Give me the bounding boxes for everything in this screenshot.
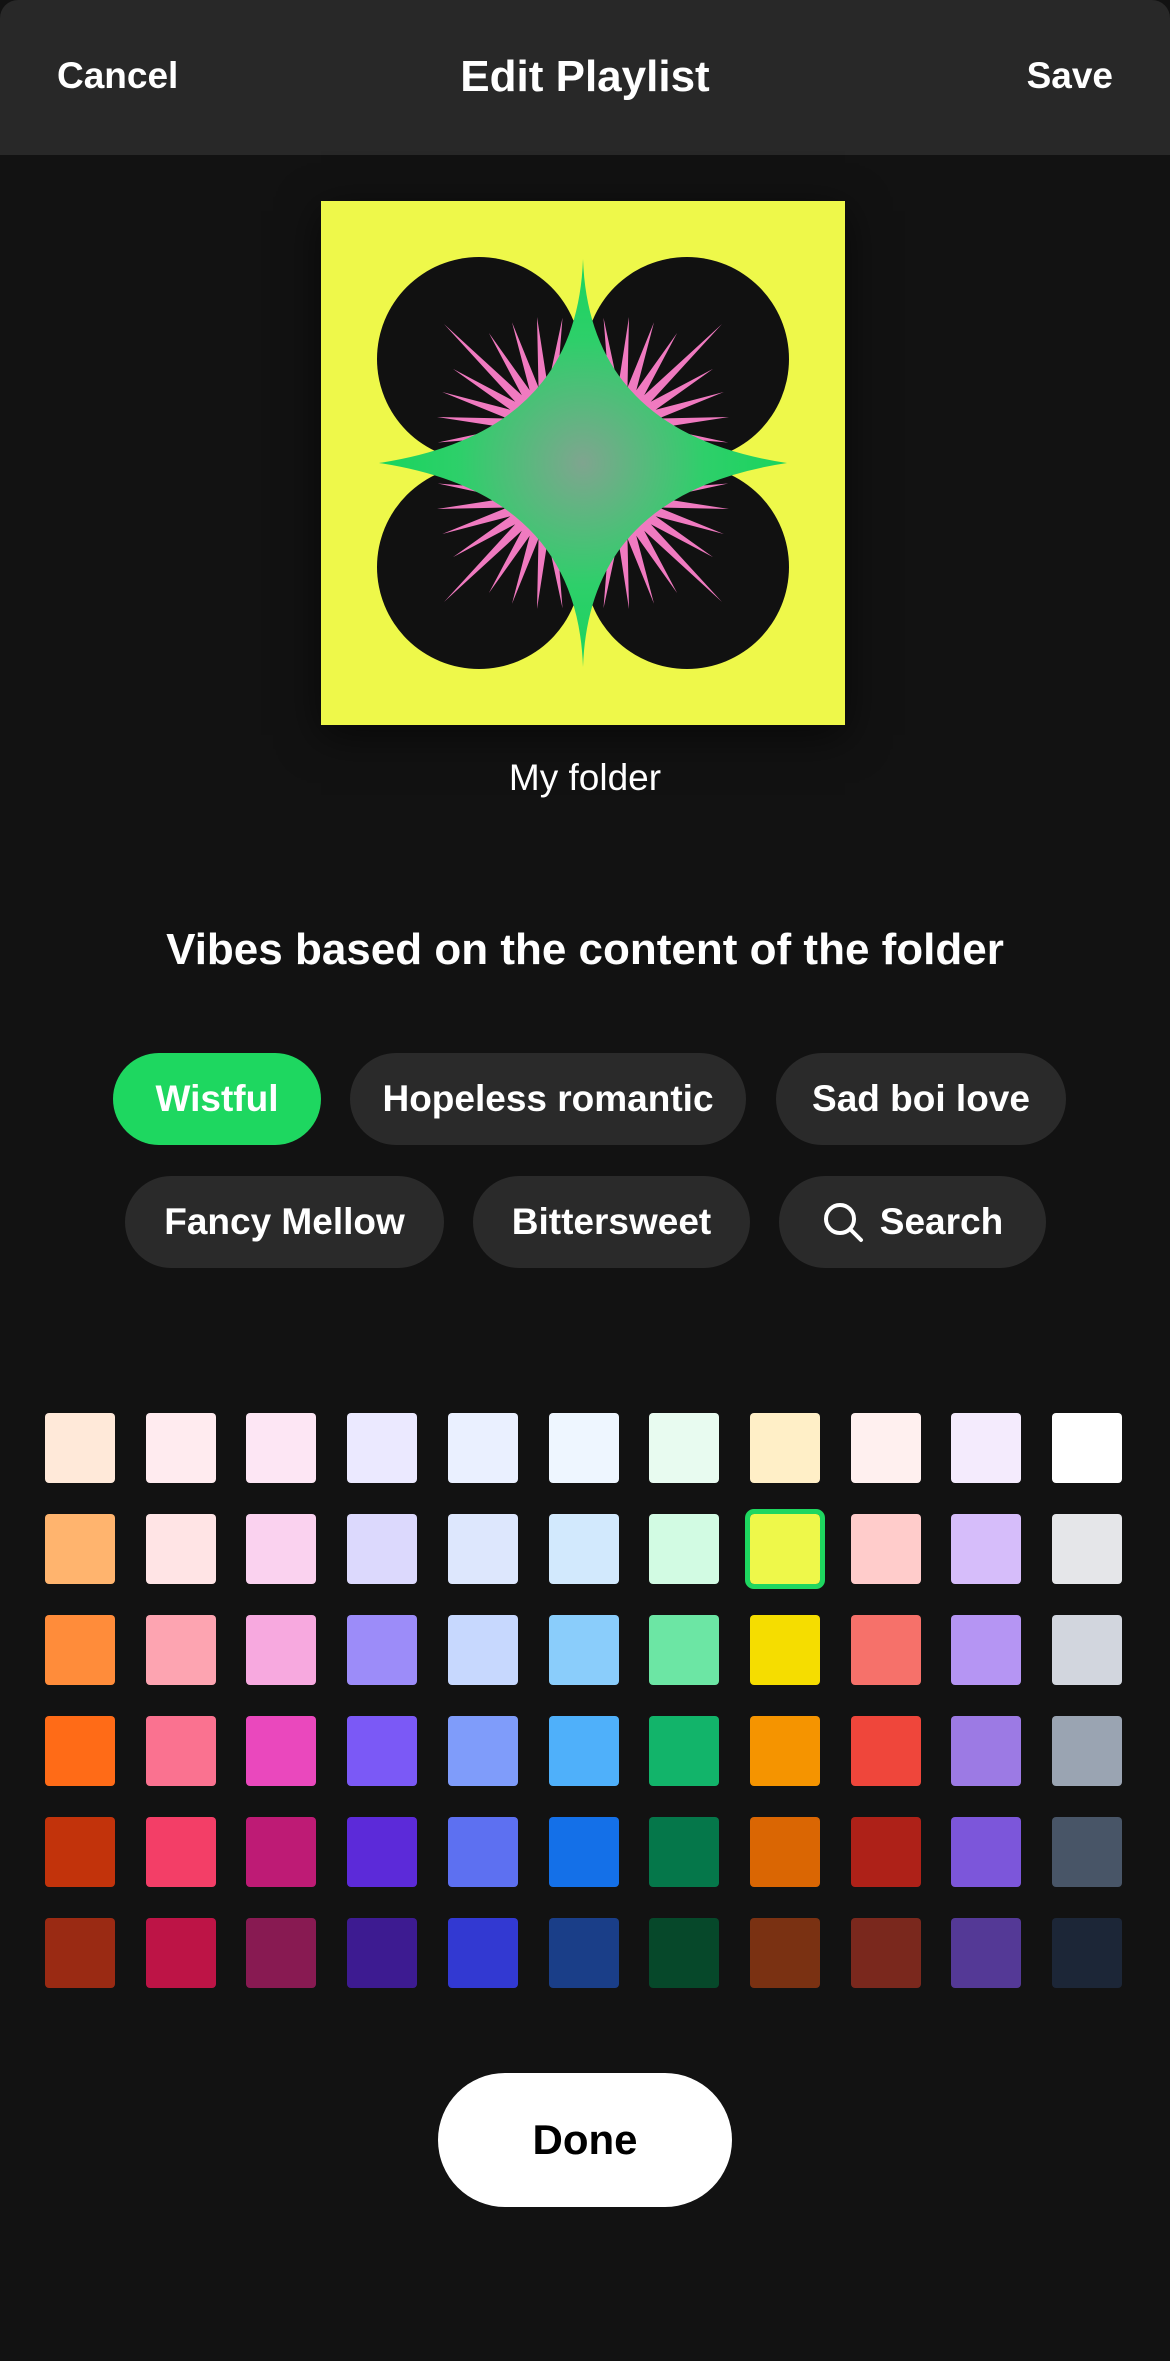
color-swatch[interactable] — [549, 1817, 619, 1887]
color-swatch[interactable] — [347, 1615, 417, 1685]
color-swatch[interactable] — [146, 1514, 216, 1584]
page-title: Edit Playlist — [460, 52, 710, 101]
color-swatch[interactable] — [649, 1918, 719, 1988]
color-swatch[interactable] — [1052, 1514, 1122, 1584]
color-swatch[interactable] — [448, 1716, 518, 1786]
color-swatch[interactable] — [448, 1413, 518, 1483]
color-swatch[interactable] — [45, 1413, 115, 1483]
folder-name[interactable]: My folder — [0, 757, 1170, 799]
color-swatch[interactable] — [549, 1514, 619, 1584]
chip-label: Hopeless romantic — [382, 1078, 714, 1119]
color-swatch[interactable] — [750, 1413, 820, 1483]
color-swatch[interactable] — [246, 1514, 316, 1584]
chip-label: Wistful — [155, 1078, 279, 1119]
color-swatch[interactable] — [246, 1716, 316, 1786]
vibe-chip-wistful[interactable]: Wistful — [113, 1053, 321, 1145]
color-swatch[interactable] — [750, 1817, 820, 1887]
color-swatch[interactable] — [549, 1716, 619, 1786]
color-swatch[interactable] — [448, 1918, 518, 1988]
search-icon — [823, 1203, 863, 1242]
chip-label: Sad boi love — [812, 1078, 1030, 1119]
color-swatch[interactable] — [549, 1615, 619, 1685]
save-button[interactable]: Save — [1027, 55, 1113, 97]
vibe-chip-hopeless-romantic[interactable]: Hopeless romantic — [350, 1053, 746, 1145]
color-swatch[interactable] — [45, 1514, 115, 1584]
chip-label: Fancy Mellow — [164, 1201, 405, 1242]
vibes-heading: Vibes based on the content of the folder — [166, 925, 1004, 974]
color-swatch[interactable] — [851, 1817, 921, 1887]
color-swatch[interactable] — [1052, 1716, 1122, 1786]
color-swatch[interactable] — [750, 1716, 820, 1786]
vibe-chip-sad-boi-love[interactable]: Sad boi love — [776, 1053, 1066, 1145]
color-swatch[interactable] — [851, 1615, 921, 1685]
color-swatch[interactable] — [951, 1817, 1021, 1887]
color-swatch[interactable] — [951, 1716, 1021, 1786]
playlist-cover-art[interactable] — [321, 201, 845, 725]
color-swatch[interactable] — [347, 1413, 417, 1483]
color-swatch[interactable] — [246, 1413, 316, 1483]
vibe-search-button[interactable]: Search — [779, 1176, 1046, 1268]
color-swatch[interactable] — [851, 1413, 921, 1483]
color-swatch[interactable] — [1052, 1918, 1122, 1988]
color-swatch[interactable] — [951, 1918, 1021, 1988]
color-swatch[interactable] — [745, 1509, 825, 1589]
color-swatch[interactable] — [750, 1918, 820, 1988]
done-button[interactable]: Done — [438, 2073, 732, 2207]
color-swatch[interactable] — [649, 1716, 719, 1786]
color-swatch[interactable] — [45, 1615, 115, 1685]
header-bar: Cancel Edit Playlist Save — [0, 0, 1170, 155]
vibe-chip-bittersweet[interactable]: Bittersweet — [473, 1176, 750, 1268]
color-swatch[interactable] — [951, 1514, 1021, 1584]
color-swatch[interactable] — [146, 1716, 216, 1786]
chip-label: Bittersweet — [511, 1201, 712, 1242]
color-swatch[interactable] — [649, 1817, 719, 1887]
color-swatch[interactable] — [347, 1716, 417, 1786]
color-swatch[interactable] — [951, 1615, 1021, 1685]
color-swatch[interactable] — [45, 1817, 115, 1887]
color-swatch[interactable] — [448, 1615, 518, 1685]
vibe-chip-fancy-mellow[interactable]: Fancy Mellow — [125, 1176, 444, 1268]
color-swatch[interactable] — [45, 1716, 115, 1786]
color-swatch[interactable] — [1052, 1615, 1122, 1685]
color-swatch[interactable] — [246, 1817, 316, 1887]
cover-artwork-image — [321, 201, 845, 725]
color-swatch[interactable] — [851, 1918, 921, 1988]
chip-label: Search — [879, 1201, 1004, 1242]
color-swatch[interactable] — [549, 1413, 619, 1483]
color-swatch[interactable] — [246, 1918, 316, 1988]
color-swatch[interactable] — [146, 1413, 216, 1483]
color-swatch[interactable] — [649, 1413, 719, 1483]
color-swatch[interactable] — [549, 1918, 619, 1988]
color-swatch[interactable] — [347, 1514, 417, 1584]
color-swatch[interactable] — [448, 1514, 518, 1584]
color-swatch[interactable] — [649, 1615, 719, 1685]
color-swatch[interactable] — [146, 1817, 216, 1887]
color-swatch[interactable] — [1052, 1413, 1122, 1483]
color-swatch[interactable] — [45, 1918, 115, 1988]
color-swatch[interactable] — [448, 1817, 518, 1887]
color-swatch[interactable] — [146, 1615, 216, 1685]
color-swatch[interactable] — [146, 1918, 216, 1988]
color-swatch[interactable] — [347, 1817, 417, 1887]
color-swatch[interactable] — [649, 1514, 719, 1584]
color-swatch[interactable] — [951, 1413, 1021, 1483]
color-swatch[interactable] — [347, 1918, 417, 1988]
color-swatch[interactable] — [851, 1716, 921, 1786]
color-swatch[interactable] — [246, 1615, 316, 1685]
color-swatch[interactable] — [851, 1514, 921, 1584]
color-swatch[interactable] — [1052, 1817, 1122, 1887]
color-swatch[interactable] — [750, 1615, 820, 1685]
